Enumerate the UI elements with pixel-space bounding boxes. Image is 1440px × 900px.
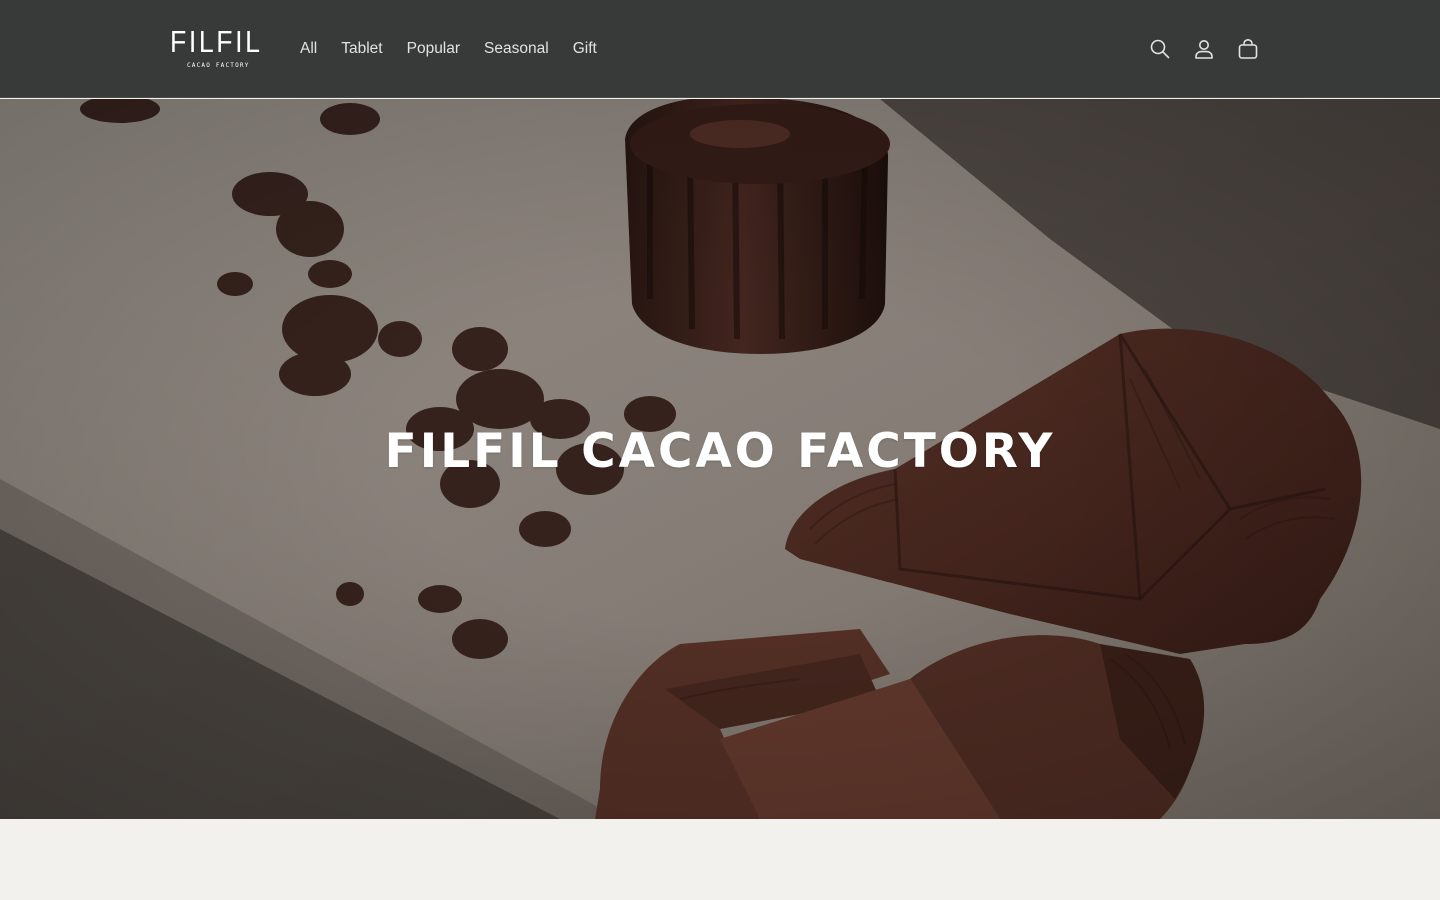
cart-icon xyxy=(1238,38,1258,59)
nav-link-tablet[interactable]: Tablet xyxy=(329,36,394,62)
search-button[interactable] xyxy=(1138,27,1182,71)
account-icon xyxy=(1195,40,1213,59)
nav-link-seasonal[interactable]: Seasonal xyxy=(472,36,561,62)
nav-link-gift[interactable]: Gift xyxy=(561,36,609,62)
main-nav: All Tablet Popular Seasonal Gift xyxy=(288,36,609,62)
cart-button[interactable] xyxy=(1226,27,1270,71)
brand-logo[interactable]: FILFIL CACAO FACTORY xyxy=(170,26,262,72)
hero-title: FILFIL CACAO FACTORY xyxy=(384,424,1056,479)
nav-link-popular[interactable]: Popular xyxy=(395,36,472,62)
hero-banner: FILFIL CACAO FACTORY xyxy=(0,99,1440,819)
logo-tagline: CACAO FACTORY xyxy=(187,62,250,69)
account-button[interactable] xyxy=(1182,27,1226,71)
header-icons xyxy=(1138,27,1270,71)
page-content-area xyxy=(0,819,1440,900)
site-header: FILFIL CACAO FACTORY All Tablet Popular … xyxy=(0,0,1440,98)
search-icon xyxy=(1150,39,1170,59)
logo-wordmark: FILFIL xyxy=(170,24,263,59)
nav-link-all[interactable]: All xyxy=(288,36,329,62)
